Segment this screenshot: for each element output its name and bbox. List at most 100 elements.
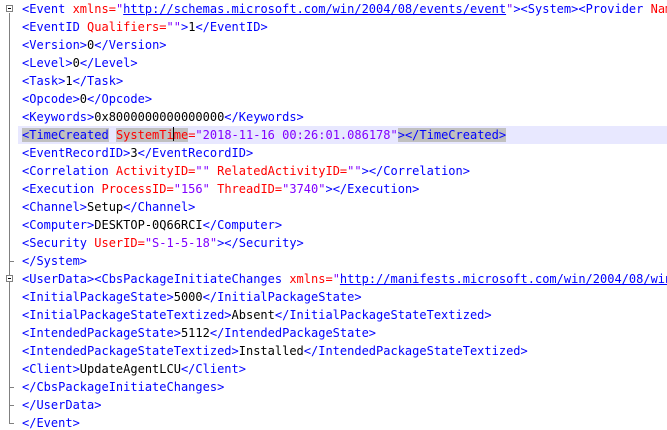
code-token: xmlns= <box>289 272 333 286</box>
code-token: </Keywords> <box>224 110 304 124</box>
code-token: "156" <box>173 182 210 196</box>
code-line[interactable]: <Level>0</Level> <box>22 54 667 72</box>
code-token: </EventID> <box>195 20 268 34</box>
code-token: </Event> <box>22 416 80 430</box>
url-link[interactable]: http://manifests.microsoft.com/win/2004/… <box>340 272 667 286</box>
code-line[interactable]: <Correlation ActivityID="" RelatedActivi… <box>22 162 667 180</box>
code-token: <Computer> <box>22 218 95 232</box>
fold-end-marker <box>9 405 14 406</box>
code-token: ></TimeCreated> <box>397 128 507 142</box>
code-token: "" <box>166 20 181 34</box>
code-token: 1 <box>65 74 73 88</box>
code-token: DESKTOP-0Q66RCI <box>94 218 203 232</box>
code-token: <UserData> <box>22 272 95 286</box>
code-token: SystemTi <box>115 128 174 142</box>
code-token: <IntendedPackageStateTextized> <box>22 344 239 358</box>
code-line[interactable]: <EventID Qualifiers="">1</EventID> <box>22 18 667 36</box>
code-line[interactable]: <Channel>Setup</Channel> <box>22 198 667 216</box>
code-token: Installed <box>238 344 304 358</box>
code-token: <Keywords> <box>22 110 95 124</box>
code-token: 5000 <box>173 290 203 304</box>
code-token: </Client> <box>180 362 246 376</box>
code-token: Setup <box>87 200 124 214</box>
code-line[interactable]: <Event xmlns="http://schemas.microsoft.c… <box>22 0 667 18</box>
code-token: </Computer> <box>202 218 283 232</box>
xml-editor[interactable]: <Event xmlns="http://schemas.microsoft.c… <box>0 0 667 430</box>
code-token: <Event <box>22 2 73 16</box>
fold-toggle-event[interactable] <box>6 5 13 12</box>
code-token: <Channel> <box>22 200 88 214</box>
code-token: UpdateAgentLCU <box>79 362 181 376</box>
code-token: </CbsPackageInitiateChanges> <box>22 380 225 394</box>
code-token: Name= <box>650 2 667 16</box>
code-token: </System> <box>22 254 88 268</box>
code-line[interactable]: <EventRecordID>3</EventRecordID> <box>22 144 667 162</box>
code-line[interactable]: <Keywords>0x8000000000000000</Keywords> <box>22 108 667 126</box>
code-token: </IntendedPackageState> <box>209 326 377 340</box>
code-token: <IntendedPackageState> <box>22 326 181 340</box>
code-token: xmlns= <box>72 2 116 16</box>
code-token: </InitialPackageState> <box>202 290 362 304</box>
code-token: 5112 <box>180 326 210 340</box>
code-line[interactable]: <Execution ProcessID="156" ThreadID="374… <box>22 180 667 198</box>
code-token: <CbsPackageInitiateChanges <box>94 272 290 286</box>
code-token: <Opcode> <box>22 92 80 106</box>
code-token: RelatedActivityID= <box>217 164 348 178</box>
code-token: > <box>513 2 521 16</box>
code-token: <Security <box>22 236 95 250</box>
fold-margin <box>0 0 18 430</box>
code-line[interactable]: <Client>UpdateAgentLCU</Client> <box>22 360 667 378</box>
code-token: "S-1-5-18" <box>144 236 218 250</box>
code-token: me <box>173 128 189 142</box>
code-line[interactable]: </UserData> <box>22 396 667 414</box>
code-token: </Channel> <box>123 200 196 214</box>
code-token: ThreadID= <box>217 182 283 196</box>
code-line-current[interactable]: <TimeCreated SystemTime="2018-11-16 00:2… <box>18 126 667 144</box>
code-token: <Version> <box>22 38 88 52</box>
code-line[interactable]: <Version>0</Version> <box>22 36 667 54</box>
code-line[interactable]: <IntendedPackageStateTextized>Installed<… <box>22 342 667 360</box>
code-token: </UserData> <box>22 398 102 412</box>
code-line[interactable]: </System> <box>22 252 667 270</box>
fold-end-marker <box>9 261 14 262</box>
code-line[interactable]: <Computer>DESKTOP-0Q66RCI</Computer> <box>22 216 667 234</box>
code-token: Qualifiers= <box>87 20 167 34</box>
code-token: </Opcode> <box>87 92 153 106</box>
code-token: "2018-11-16 00:26:01.086178" <box>195 128 398 142</box>
code-token: <InitialPackageStateTextized> <box>22 308 232 322</box>
code-line[interactable]: <IntendedPackageState>5112</IntendedPack… <box>22 324 667 342</box>
code-line[interactable]: </Event> <box>22 414 667 430</box>
code-token: <EventRecordID> <box>22 146 131 160</box>
code-token: UserID= <box>94 236 145 250</box>
code-token: " <box>332 272 340 286</box>
code-token: </EventRecordID> <box>137 146 254 160</box>
code-token: <Execution <box>22 182 102 196</box>
code-token: 0 <box>79 92 88 106</box>
code-line[interactable]: <Security UserID="S-1-5-18"></Security> <box>22 234 667 252</box>
code-line[interactable]: <Task>1</Task> <box>22 72 667 90</box>
code-lines[interactable]: <Event xmlns="http://schemas.microsoft.c… <box>18 0 667 430</box>
code-token: <EventID <box>22 20 88 34</box>
code-line[interactable]: <Opcode>0</Opcode> <box>22 90 667 108</box>
code-token: 0x8000000000000000 <box>94 110 225 124</box>
fold-end-marker <box>9 423 14 424</box>
code-line[interactable]: </CbsPackageInitiateChanges> <box>22 378 667 396</box>
code-token: <Correlation <box>22 164 116 178</box>
code-token: <TimeCreated <box>22 128 109 142</box>
code-line[interactable]: <InitialPackageState>5000</InitialPackag… <box>22 288 667 306</box>
code-token: <Client> <box>22 362 80 376</box>
code-token: <System> <box>520 2 579 16</box>
code-token: </InitialPackageStateTextized> <box>274 308 492 322</box>
fold-toggle-userdata[interactable] <box>6 275 13 282</box>
code-token: ProcessID= <box>101 182 174 196</box>
url-link[interactable]: http://schemas.microsoft.com/win/2004/08… <box>123 2 506 16</box>
code-line[interactable]: <UserData><CbsPackageInitiateChanges xml… <box>22 270 667 288</box>
code-token: ></Correlation> <box>361 164 470 178</box>
code-token: "" <box>195 164 210 178</box>
fold-end-marker <box>9 387 14 388</box>
code-line[interactable]: <InitialPackageStateTextized>Absent</Ini… <box>22 306 667 324</box>
code-token: </Level> <box>79 56 138 70</box>
code-token: ActivityID= <box>115 164 196 178</box>
